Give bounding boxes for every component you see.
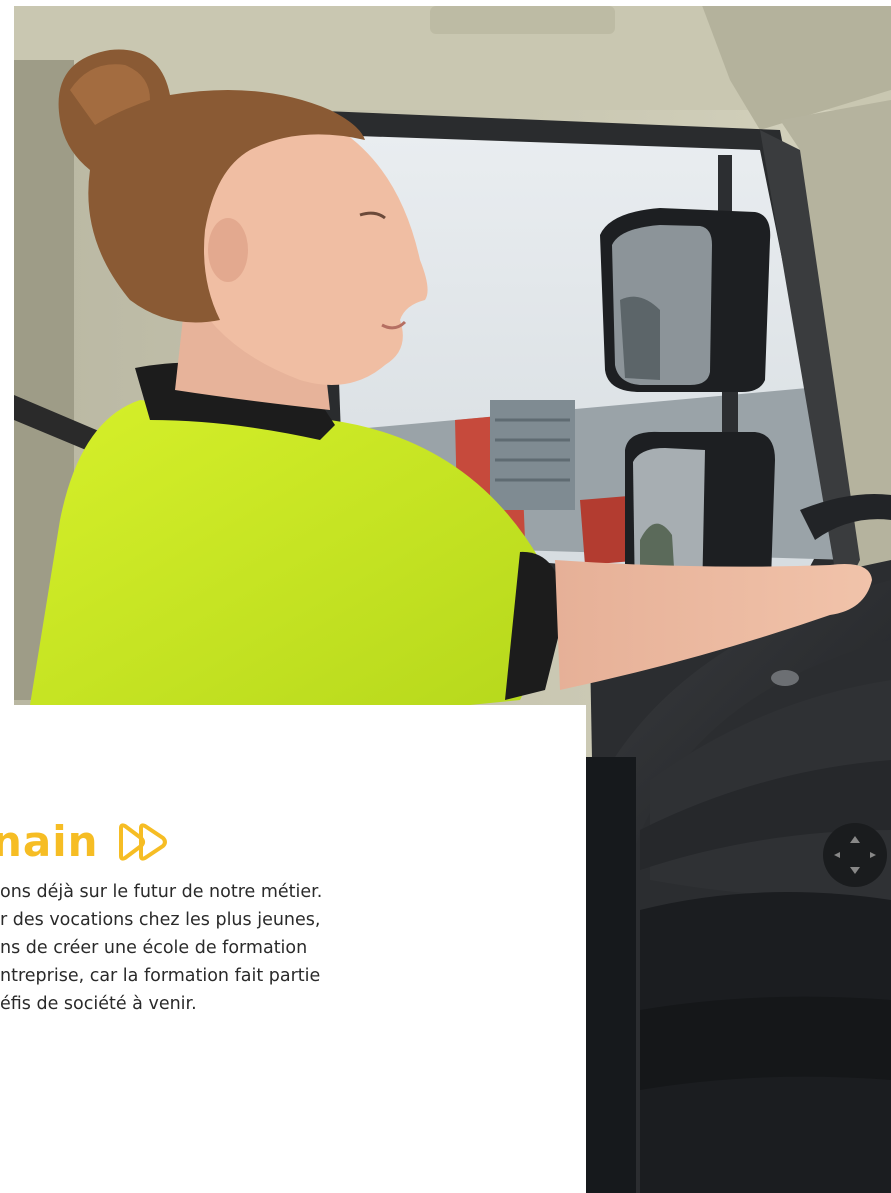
card-title-text: nain: [0, 817, 99, 866]
card-title: nain: [0, 817, 171, 866]
dark-accent-strip: [586, 757, 636, 1193]
card-line-2: r des vocations chez les plus jeunes,: [0, 910, 321, 930]
left-border: [0, 0, 14, 705]
card-line-4: ntreprise, car la formation fait partie: [0, 966, 321, 986]
fast-forward-icon: [118, 822, 167, 861]
card-paragraph: ons déjà sur le futur de notre métier. r…: [0, 878, 440, 1018]
card-line-5: éfis de société à venir.: [0, 994, 197, 1014]
top-border: [0, 0, 891, 6]
card-line-1: ons déjà sur le futur de notre métier.: [0, 882, 323, 902]
card-line-3: ns de créer une école de formation: [0, 938, 308, 958]
text-card: nain ons déjà sur le futur de notre méti…: [0, 705, 586, 1193]
